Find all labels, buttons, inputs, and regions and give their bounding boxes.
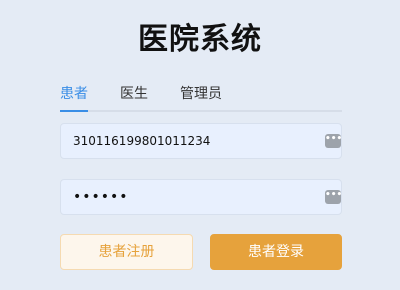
autofill-dots-icon[interactable]: •••	[325, 134, 342, 148]
login-page: 医院系统 患者 医生 管理员 ••• ••• 患者注册 患者登录	[0, 0, 400, 290]
password-input[interactable]	[61, 180, 313, 214]
patient-register-button[interactable]: 患者注册	[60, 234, 193, 270]
page-title: 医院系统	[138, 22, 262, 57]
tab-doctor[interactable]: 医生	[120, 84, 148, 110]
id-number-input[interactable]	[61, 124, 313, 158]
patient-login-button[interactable]: 患者登录	[210, 234, 342, 270]
role-tabs: 患者 医生 管理员	[60, 84, 342, 112]
tab-admin[interactable]: 管理员	[180, 84, 222, 110]
tab-patient[interactable]: 患者	[60, 84, 88, 112]
autofill-dots-icon[interactable]: •••	[325, 190, 342, 204]
id-number-field: •••	[60, 123, 342, 159]
password-field: •••	[60, 179, 342, 215]
